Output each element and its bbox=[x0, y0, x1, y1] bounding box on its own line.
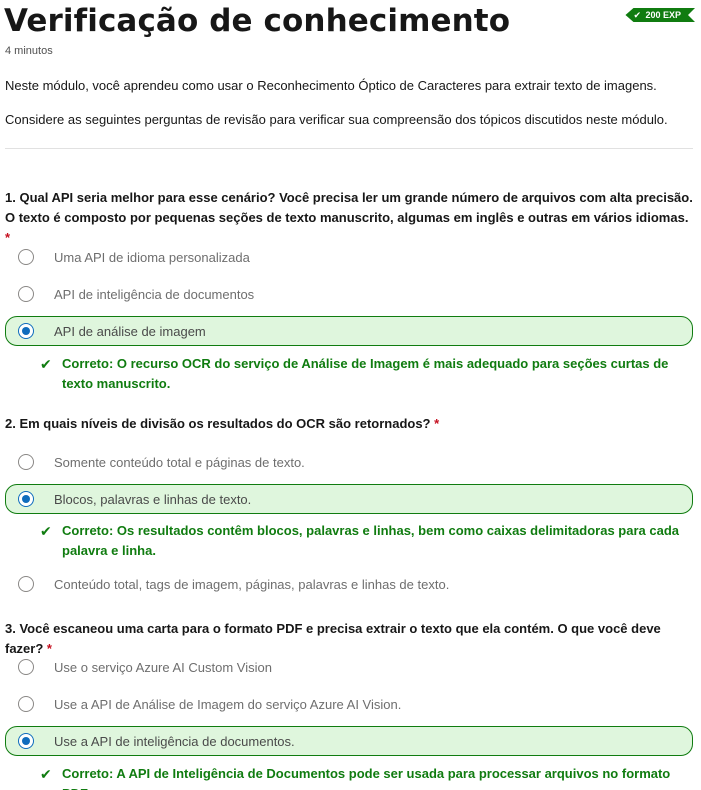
question-2-option-1[interactable]: Somente conteúdo total e páginas de text… bbox=[5, 447, 693, 477]
question-2: 2. Em quais níveis de divisão os resulta… bbox=[5, 414, 693, 434]
duration-label: 4 minutos bbox=[5, 45, 53, 57]
question-3-option-1[interactable]: Use o serviço Azure AI Custom Vision bbox=[5, 652, 693, 682]
question-3-option-3[interactable]: Use a API de inteligência de documentos. bbox=[5, 726, 693, 756]
radio-button[interactable] bbox=[18, 323, 34, 339]
radio-button[interactable] bbox=[18, 659, 34, 675]
question-1-option-2[interactable]: API de inteligência de documentos bbox=[5, 279, 693, 309]
radio-button[interactable] bbox=[18, 576, 34, 592]
question-2-option-3[interactable]: Conteúdo total, tags de imagem, páginas,… bbox=[5, 569, 693, 599]
feedback-text: Correto: A API de Inteligência de Docume… bbox=[62, 766, 671, 790]
question-1-option-3[interactable]: API de análise de imagem bbox=[5, 316, 693, 346]
question-1: 1. Qual API seria melhor para esse cenár… bbox=[5, 188, 693, 248]
radio-button[interactable] bbox=[18, 491, 34, 507]
option-label: API de inteligência de documentos bbox=[54, 286, 255, 302]
radio-button[interactable] bbox=[18, 733, 34, 749]
required-mark: * bbox=[5, 230, 11, 245]
intro-paragraph-2: Considere as seguintes perguntas de revi… bbox=[5, 112, 668, 127]
question-2-text: 2. Em quais níveis de divisão os resulta… bbox=[5, 416, 431, 431]
check-icon: ✔ bbox=[40, 766, 52, 782]
intro-paragraph-1: Neste módulo, você aprendeu como usar o … bbox=[5, 78, 657, 93]
divider bbox=[5, 148, 693, 149]
check-icon: ✔ bbox=[633, 10, 642, 20]
option-label: API de análise de imagem bbox=[54, 323, 206, 339]
check-icon: ✔ bbox=[40, 356, 52, 372]
radio-button[interactable] bbox=[18, 454, 34, 470]
question-3-feedback: ✔ Correto: A API de Inteligência de Docu… bbox=[40, 764, 692, 790]
question-2-feedback: ✔ Correto: Os resultados contêm blocos, … bbox=[40, 521, 692, 561]
question-1-option-1[interactable]: Uma API de idioma personalizada bbox=[5, 242, 693, 272]
option-label: Use o serviço Azure AI Custom Vision bbox=[54, 659, 272, 675]
required-mark: * bbox=[434, 416, 440, 431]
question-1-text: 1. Qual API seria melhor para esse cenár… bbox=[5, 190, 693, 225]
option-label: Blocos, palavras e linhas de texto. bbox=[54, 491, 252, 507]
question-2-option-2[interactable]: Blocos, palavras e linhas de texto. bbox=[5, 484, 693, 514]
page-title: Verificação de conhecimento bbox=[4, 3, 511, 39]
knowledge-check-page: Verificação de conhecimento 4 minutos ✔ … bbox=[0, 0, 701, 790]
xp-badge: ✔ 200 EXP bbox=[625, 8, 695, 22]
option-label: Somente conteúdo total e páginas de text… bbox=[54, 454, 305, 470]
radio-button[interactable] bbox=[18, 286, 34, 302]
question-1-feedback: ✔ Correto: O recurso OCR do serviço de A… bbox=[40, 354, 692, 394]
radio-button[interactable] bbox=[18, 249, 34, 265]
xp-badge-label: 200 EXP bbox=[645, 10, 681, 20]
option-label: Use a API de inteligência de documentos. bbox=[54, 733, 295, 749]
option-label: Uma API de idioma personalizada bbox=[54, 249, 250, 265]
option-label: Use a API de Análise de Imagem do serviç… bbox=[54, 696, 402, 712]
option-label: Conteúdo total, tags de imagem, páginas,… bbox=[54, 576, 450, 592]
question-3-text: 3. Você escaneou uma carta para o format… bbox=[5, 621, 661, 656]
feedback-text: Correto: O recurso OCR do serviço de Aná… bbox=[62, 356, 669, 391]
radio-button[interactable] bbox=[18, 696, 34, 712]
check-icon: ✔ bbox=[40, 523, 52, 539]
question-3-option-2[interactable]: Use a API de Análise de Imagem do serviç… bbox=[5, 689, 693, 719]
feedback-text: Correto: Os resultados contêm blocos, pa… bbox=[62, 523, 679, 558]
